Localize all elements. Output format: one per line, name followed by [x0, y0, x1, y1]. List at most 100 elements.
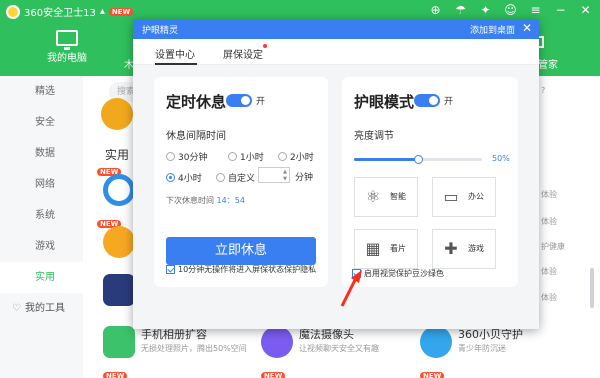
- sidebar-item-security[interactable]: 安全: [0, 107, 83, 138]
- stepper-down-icon[interactable]: ▼: [283, 176, 287, 182]
- radio-label: 2小时: [290, 153, 314, 163]
- radio-label: 30分钟: [178, 153, 208, 163]
- nav-steward-label[interactable]: 管家: [538, 56, 558, 71]
- rest-now-button[interactable]: 立即休息: [166, 237, 316, 265]
- timed-rest-card: 定时休息 开 休息间隔时间 30分钟 1小时 2小时 4小时 自定义 ▲ ▼ 分…: [154, 77, 328, 287]
- camera-app-icon[interactable]: [261, 326, 293, 358]
- monitor-icon: ▭: [443, 187, 459, 206]
- brightness-value: 50%: [492, 154, 510, 163]
- atom-icon: ⚛: [365, 187, 381, 206]
- menu-icon[interactable]: ≡: [527, 2, 544, 19]
- my-tools-label: 我的工具: [24, 303, 65, 314]
- sidebar-item-featured[interactable]: 精选: [0, 76, 83, 107]
- radio-button[interactable]: [228, 152, 237, 161]
- sidebar-my-tools[interactable]: ♡ 我的工具: [0, 299, 83, 314]
- monitor-icon: [56, 30, 78, 50]
- custom-unit-label: 分钟: [295, 173, 314, 183]
- mode-game-button[interactable]: ✚ 游戏: [432, 229, 496, 269]
- virus-app-icon[interactable]: [103, 274, 135, 306]
- mode-label: 智能: [390, 192, 406, 201]
- gamepad-icon: ✚: [444, 239, 458, 258]
- app-desc: 无损处理照片，腾出50%空间: [141, 344, 247, 353]
- app-desc: 青少年防沉迷: [458, 344, 506, 353]
- app-title: 360安全卫士13: [24, 8, 96, 19]
- screensaver-checkbox-row[interactable]: 10分钟无操作将进入屏保状态保护隐私: [166, 264, 316, 275]
- radio-button[interactable]: [166, 173, 175, 182]
- notification-dot: [263, 44, 267, 48]
- next-rest-label: 下次休息时间: [166, 196, 214, 205]
- timed-rest-toggle-label: 开: [256, 97, 266, 107]
- text-fragment: 体验: [541, 190, 557, 199]
- guard-app-icon[interactable]: [420, 326, 452, 358]
- radio-label: 自定义: [228, 174, 256, 184]
- dialog-title: 护眼精灵: [142, 26, 179, 36]
- gift-icon[interactable]: ✦: [477, 2, 494, 19]
- browser-icon[interactable]: [103, 174, 135, 206]
- next-rest-time: 14：54: [216, 196, 245, 205]
- new-badge: NEW: [103, 372, 128, 378]
- mode-label: 看片: [390, 244, 406, 253]
- mode-label: 办公: [468, 192, 484, 201]
- radio-1hour[interactable]: 1小时: [228, 150, 264, 163]
- custom-minutes-stepper[interactable]: ▲ ▼: [258, 167, 290, 183]
- text-fragment: ?: [541, 86, 546, 95]
- radio-30min[interactable]: 30分钟: [166, 150, 207, 163]
- monster-app-icon[interactable]: [103, 226, 135, 258]
- radio-2hour[interactable]: 2小时: [278, 150, 314, 163]
- timed-rest-heading: 定时休息: [166, 93, 227, 111]
- dialog-titlebar[interactable]: 护眼精灵 添加到桌面 ✕: [133, 19, 539, 39]
- screensaver-checkbox[interactable]: [166, 265, 175, 274]
- section-title: 实用: [105, 148, 130, 162]
- close-icon[interactable]: ✕: [522, 21, 532, 35]
- sidebar-item-games[interactable]: 游戏: [0, 231, 83, 262]
- sidebar-item-data[interactable]: 数据: [0, 138, 83, 169]
- add-to-desktop-link[interactable]: 添加到桌面: [470, 23, 515, 36]
- close-icon[interactable]: ✕: [577, 2, 594, 19]
- shield-icon[interactable]: ⊕: [427, 2, 444, 19]
- app-desc: 让视频聊天安全又有趣: [299, 344, 379, 353]
- film-icon: ▦: [365, 239, 381, 258]
- nav-my-computer-label: 我的电脑: [47, 53, 87, 64]
- eye-mode-toggle[interactable]: [414, 94, 440, 107]
- radio-button[interactable]: [166, 152, 175, 161]
- sidebar-item-system[interactable]: 系统: [0, 200, 83, 231]
- photo-app-icon[interactable]: [103, 326, 135, 358]
- mode-movie-button[interactable]: ▦ 看片: [354, 229, 418, 269]
- skin-icon[interactable]: ☂: [452, 2, 469, 19]
- scrollbar-thumb[interactable]: [590, 268, 594, 308]
- mode-label: 游戏: [468, 244, 484, 253]
- chevron-up-icon[interactable]: ▴: [100, 6, 105, 17]
- brightness-slider[interactable]: [354, 155, 482, 164]
- new-badge: NEW: [108, 7, 134, 16]
- sidebar-item-utility[interactable]: 实用: [0, 262, 83, 293]
- tab-screensaver[interactable]: 屏保设定: [223, 46, 263, 61]
- minimize-icon[interactable]: −: [552, 2, 569, 19]
- eye-mode-heading: 护眼模式: [354, 93, 415, 111]
- timed-rest-toggle[interactable]: [226, 94, 252, 107]
- new-badge: NEW: [261, 372, 286, 378]
- text-fragment: 体验: [541, 267, 557, 276]
- mode-office-button[interactable]: ▭ 办公: [432, 177, 496, 217]
- mode-smart-button[interactable]: ⚛ 智能: [354, 177, 418, 217]
- 360-logo-icon: [6, 4, 20, 19]
- radio-custom[interactable]: 自定义: [216, 171, 255, 184]
- avatar-icon[interactable]: ☺: [502, 2, 519, 19]
- app-icon-yellow[interactable]: [101, 98, 133, 130]
- eye-mode-card: 护眼模式 开 亮度调节 50% ⚛ 智能 ▭ 办公 ▦ 看片 ✚ 游戏: [342, 77, 518, 287]
- text-fragment: 体验: [541, 217, 557, 226]
- radio-button[interactable]: [278, 152, 287, 161]
- interval-label: 休息间隔时间: [166, 131, 226, 142]
- brightness-slider-knob[interactable]: [414, 155, 423, 164]
- radio-4hour[interactable]: 4小时: [166, 171, 202, 184]
- eye-mode-toggle-label: 开: [444, 97, 454, 107]
- radio-label: 1小时: [240, 153, 264, 163]
- dialog-tabs: 设置中心 屏保设定: [133, 39, 539, 65]
- nav-my-computer[interactable]: 我的电脑: [44, 30, 90, 64]
- sidebar: 精选 安全 数据 网络 系统 游戏 实用 ♡ 我的工具: [0, 76, 83, 378]
- brightness-label: 亮度调节: [354, 131, 394, 142]
- radio-button[interactable]: [216, 173, 225, 182]
- text-fragment: 护健康: [541, 242, 565, 251]
- sidebar-item-network[interactable]: 网络: [0, 169, 83, 200]
- tab-settings-center[interactable]: 设置中心: [155, 46, 195, 61]
- stepper-up-icon[interactable]: ▲: [283, 169, 287, 175]
